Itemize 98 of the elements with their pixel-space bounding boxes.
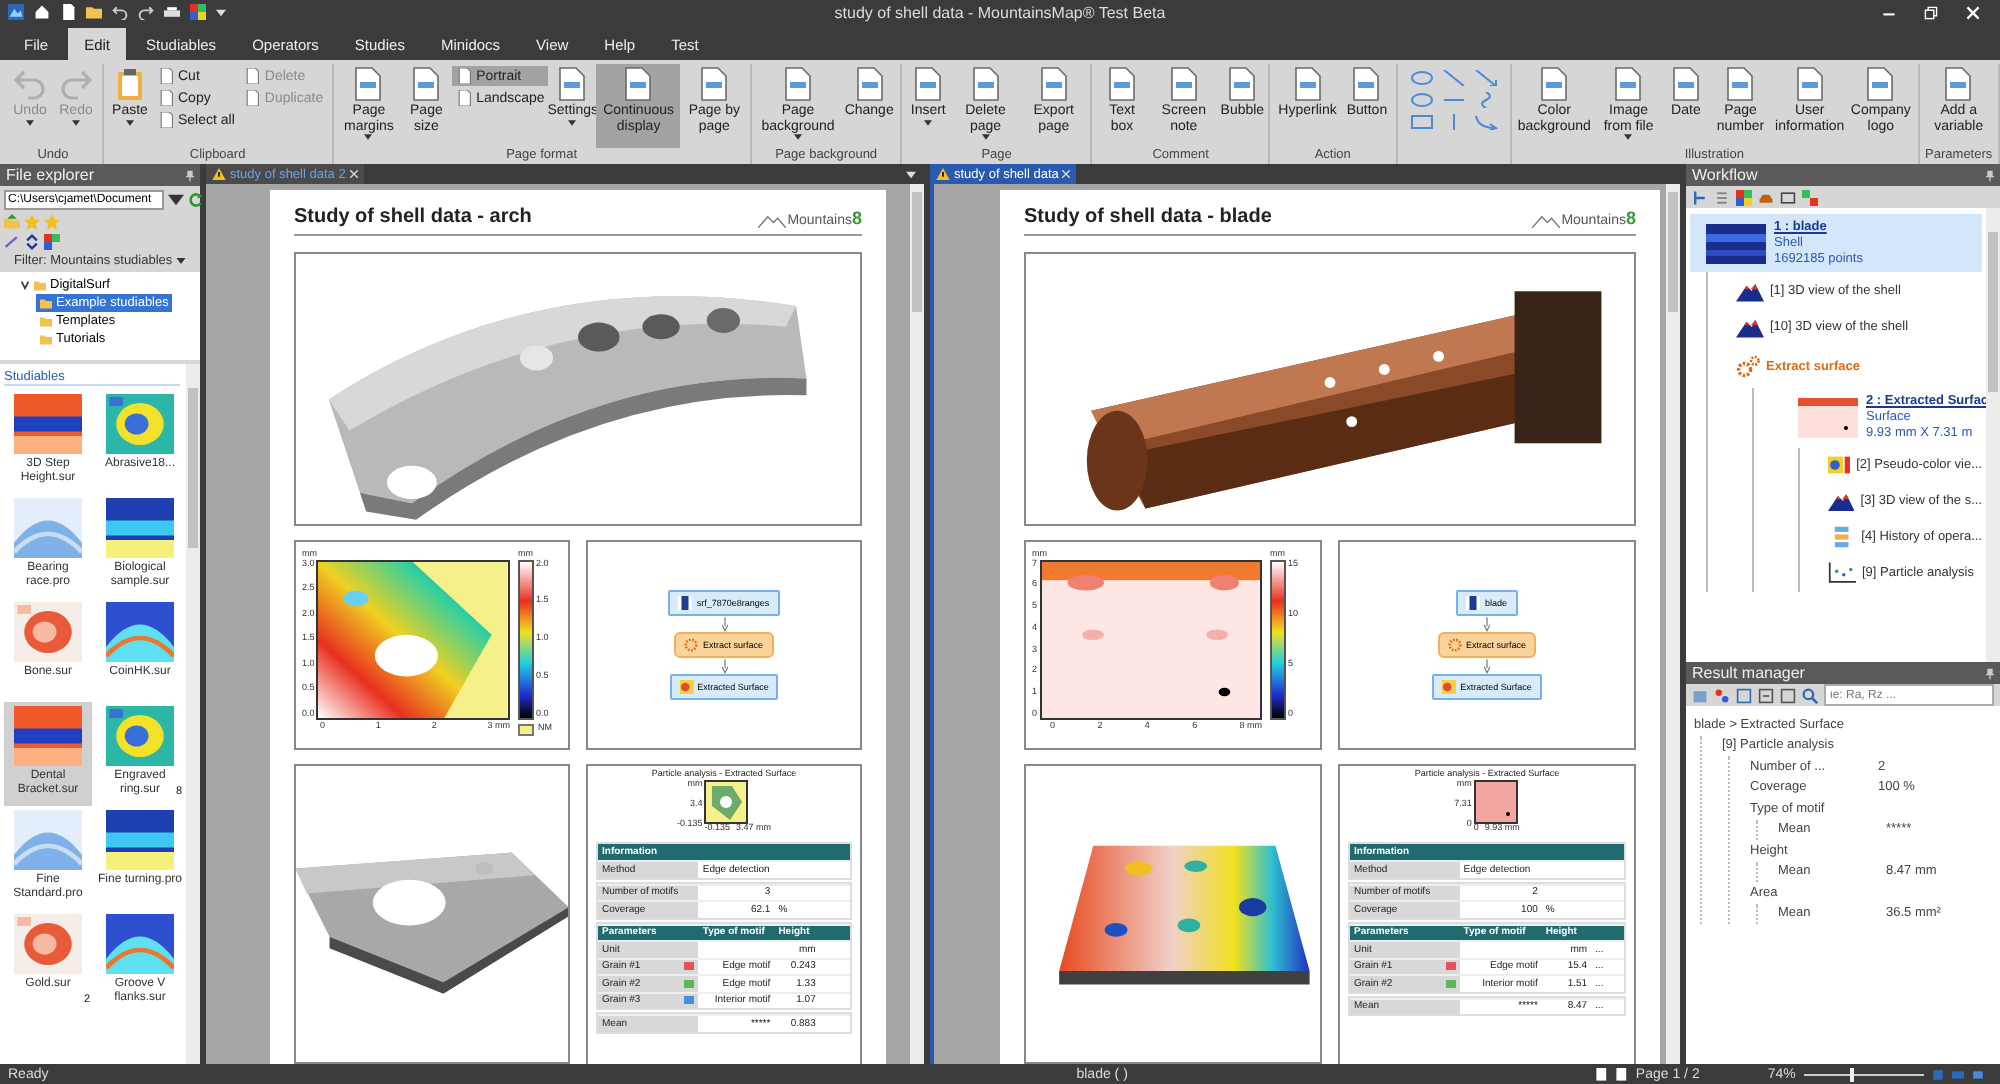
page-title: Study of shell data - arch: [294, 206, 532, 228]
dropdown-icon[interactable]: [906, 169, 916, 179]
pin-icon[interactable]: [1986, 169, 1994, 181]
printer-icon[interactable]: [164, 4, 180, 20]
expand-icon[interactable]: [1758, 687, 1774, 703]
mountain-logo-icon: [757, 214, 786, 228]
page-icon: [1667, 66, 1704, 102]
warning-icon: [212, 168, 226, 180]
window-title: study of shell data - MountainsMap® Test Beta: [834, 3, 1166, 21]
redo-icon[interactable]: [138, 4, 154, 20]
page-icon: [1165, 66, 1202, 102]
scrollbar[interactable]: [1666, 184, 1680, 1064]
list-view-icon[interactable]: [1714, 189, 1730, 205]
gear-icon: [1736, 354, 1760, 379]
page-icon: [967, 66, 1004, 102]
arrow-tool-icon[interactable]: [1473, 70, 1498, 86]
page-icon: [1035, 66, 1072, 102]
rectangle-tool-icon[interactable]: [1409, 114, 1434, 130]
palette-icon[interactable]: [44, 234, 60, 250]
palette-icon[interactable]: [1714, 687, 1730, 703]
ellipse-tool-icon[interactable]: [1409, 92, 1434, 108]
star-icon[interactable]: [44, 214, 60, 230]
fit-width-icon[interactable]: [1951, 1067, 1964, 1081]
page-icon: [851, 66, 888, 102]
tree-view-icon[interactable]: [1692, 189, 1708, 205]
surface-icon: [1466, 596, 1481, 610]
panel-header: File explorer: [0, 164, 200, 186]
gear-icon: [1447, 638, 1462, 652]
star-icon[interactable]: [24, 214, 40, 230]
legend-swatch: [518, 723, 534, 735]
mountain-logo-icon: [1531, 214, 1560, 228]
connector-arrow: [721, 616, 727, 632]
page-icon: [910, 66, 947, 102]
surface-icon: [678, 596, 693, 610]
folder-icon[interactable]: [86, 4, 102, 20]
arrow-tool-icon[interactable]: [1473, 114, 1498, 130]
page-icon: [408, 66, 445, 102]
mountain-icon: [1828, 490, 1855, 513]
home-icon[interactable]: [34, 4, 50, 20]
pin-icon[interactable]: [186, 169, 194, 181]
palette-icon[interactable]: [1802, 189, 1818, 205]
new-page-icon[interactable]: [60, 4, 76, 20]
page-icon: [1289, 66, 1326, 102]
connector-arrow: [721, 658, 727, 674]
page-icon: [696, 66, 733, 102]
sort-icon[interactable]: [24, 234, 40, 250]
page-icon: [1940, 66, 1977, 102]
undo-icon: [12, 66, 48, 102]
close-icon[interactable]: [1062, 170, 1071, 178]
connector-arrow: [1484, 658, 1490, 674]
dropdown-icon[interactable]: [216, 7, 226, 17]
page-icon: [780, 66, 817, 102]
refresh-icon[interactable]: [188, 192, 204, 208]
page-icon: [1348, 66, 1385, 102]
frame-icon[interactable]: [1780, 189, 1796, 205]
redo-icon: [58, 66, 94, 102]
warning-icon: [936, 168, 950, 180]
restore-icon[interactable]: [1924, 5, 1938, 19]
page-icon: [1104, 66, 1141, 102]
zoom-slider[interactable]: [1803, 1067, 1924, 1081]
scrollbar[interactable]: [910, 184, 924, 1064]
scrollbar[interactable]: [186, 364, 200, 1064]
color-map-icon: [1442, 680, 1457, 694]
mountain-icon: [1736, 315, 1764, 338]
scrollbar[interactable]: [1986, 208, 2000, 662]
clipboard-icon: [112, 66, 148, 102]
palette-icon[interactable]: [190, 4, 206, 20]
pin-icon[interactable]: [1986, 667, 1994, 679]
page-icon: [620, 66, 657, 102]
fit-page-icon[interactable]: [1931, 1067, 1944, 1081]
page-title: Study of shell data - blade: [1024, 206, 1272, 228]
scatter-plot-icon: [1828, 562, 1856, 585]
undo-icon[interactable]: [112, 4, 128, 20]
mountain-icon: [1736, 279, 1764, 302]
app-icon[interactable]: [8, 4, 24, 20]
color-map-icon: [679, 680, 694, 694]
page-icon: [1722, 66, 1759, 102]
page-icon: [350, 66, 387, 102]
palette-icon[interactable]: [1736, 189, 1752, 205]
actual-size-icon[interactable]: [1971, 1067, 1984, 1081]
caret-icon: [175, 258, 186, 264]
page-icon: [1536, 66, 1573, 102]
panel-header: Result manager: [1686, 662, 2000, 684]
panel-header: Workflow: [1686, 164, 2000, 186]
connector-arrow: [1484, 616, 1490, 632]
slider-thumb[interactable]: [1849, 1067, 1854, 1081]
line-tool-icon[interactable]: [1441, 70, 1466, 86]
search-icon[interactable]: [1802, 687, 1818, 703]
page-icon: [1862, 66, 1899, 102]
dropdown-icon[interactable]: [168, 192, 184, 208]
page-icon: [554, 66, 591, 102]
close-icon[interactable]: [349, 170, 358, 178]
ellipse-tool-icon[interactable]: [1409, 70, 1434, 86]
gear-icon: [684, 638, 699, 652]
page-icon: [1224, 66, 1261, 102]
color-map-icon: [1828, 454, 1851, 477]
page-icon: [1791, 66, 1828, 102]
page-icon: [1610, 66, 1647, 102]
